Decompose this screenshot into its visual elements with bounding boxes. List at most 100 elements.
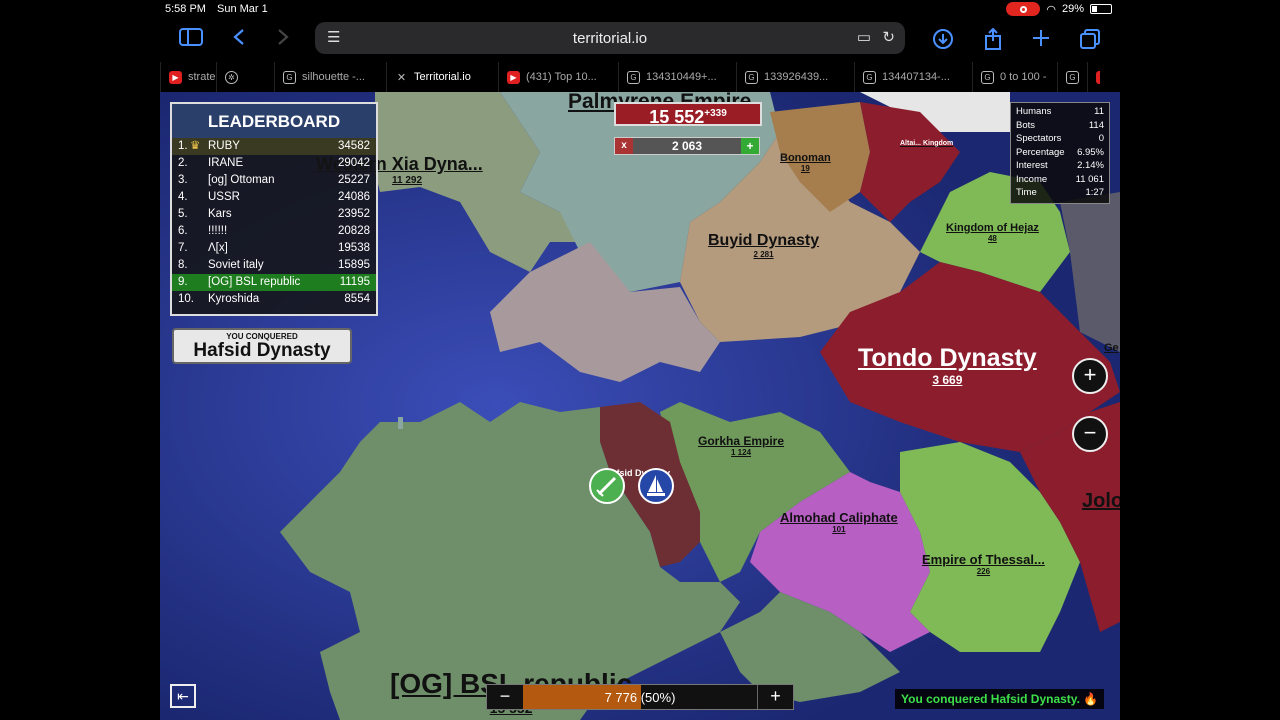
stat-label: Percentage [1016,146,1065,158]
stat-label: Spectators [1016,133,1062,144]
zoom-in-button[interactable]: + [1072,358,1108,394]
troop-value: 2 063 [671,139,703,153]
tab[interactable]: G0 to 100 - [972,62,1057,92]
cast-icon[interactable]: ▭ [857,28,871,46]
battery-icon [1090,4,1112,14]
tab[interactable]: G 134407134-... [854,62,972,92]
tabs-overview-icon[interactable] [1077,28,1103,50]
leaderboard-row: 8. Soviet italy 15895 [172,257,376,274]
address-bar[interactable]: ☰ territorial.io ▭ ↻ [315,22,905,54]
tab[interactable]: ▶ (431) Top 10... [498,62,618,92]
forward-icon[interactable] [270,28,296,50]
leaderboard-row: 10. Kyroshida 8554 [172,291,376,308]
decrease-button[interactable]: − [487,685,523,709]
leaderboard-name: IRANE [208,157,244,169]
leaderboard-name: !!!!!! [208,225,228,237]
share-icon[interactable] [980,27,1006,50]
leaderboard-score: 23952 [338,208,370,220]
sword-icon[interactable] [589,468,625,504]
battery-percent: 29% [1061,3,1084,15]
tab-active[interactable]: ✕ Territorial.io [386,62,498,92]
youtube-icon: ▶ [169,70,182,84]
stat-row: Income 11 061 [1016,174,1104,188]
leaderboard-rank: 9. [178,276,188,288]
label-buyid: Buyid Dynasty 2 281 [708,232,820,259]
label-tondo: Tondo Dynasty 3 669 [858,344,1037,387]
status-bar: 5:58 PM Sun Mar 1 ◠ 29% [160,0,1120,20]
leaderboard-row: 1. ♛ RUBY 34582 [172,138,376,155]
label-bonoman: Bonoman 19 [780,152,831,173]
date: Sun Mar 1 [217,3,268,15]
stat-value: 11 [1094,106,1104,117]
game-canvas[interactable]: Palmyrene Empire Western Xia Dyna...11 2… [160,92,1120,720]
leaderboard-score: 25227 [338,174,370,186]
stat-value: 0 [1098,133,1104,144]
notification-toast: You conquered Hafsid Dynasty. 🔥 [895,689,1105,709]
leaderboard-rank: 4. [178,191,188,203]
stat-value: 2.14% [1077,160,1104,171]
troop-cancel-button[interactable]: x [615,138,633,154]
label-ge: Ge [1104,342,1119,354]
balance-delta: +339 [704,108,727,119]
crown-icon: ♛ [190,140,201,152]
leaderboard-score: 8554 [344,293,370,305]
new-tab-icon[interactable] [1028,28,1054,50]
leaderboard-rank: 3. [178,174,188,186]
leaderboard-score: 34582 [338,140,370,152]
reload-icon[interactable]: ↻ [882,28,895,46]
youtube-icon [1096,70,1100,84]
leaderboard-rank: 10. [178,293,194,305]
increase-button[interactable]: + [757,685,793,709]
leaderboard-name: RUBY [208,140,240,152]
label-gorkha: Gorkha Empire 1 124 [698,434,785,457]
stat-label: Bots [1016,119,1036,131]
exit-icon[interactable]: ⇤ [170,684,196,708]
leaderboard-score: 20828 [338,225,370,237]
tab[interactable] [1087,62,1100,92]
leaderboard-name: Soviet italy [208,259,264,271]
leaderboard-score: 11195 [339,276,370,288]
tab[interactable]: G 133926439... [736,62,854,92]
youtube-icon: ▶ [507,70,520,84]
chatgpt-icon: ✲ [225,70,238,84]
leaderboard-name: Kars [208,208,232,220]
leaderboard-score: 29042 [338,157,370,169]
tab[interactable]: ▶ strate [160,62,216,92]
download-icon[interactable] [930,28,956,50]
leaderboard-rank: 7. [178,242,188,254]
label-thessal: Empire of Thessal... 226 [922,552,1045,576]
tab-bar: ▶ strate ✲ Gsilhouette -... ✕ Territorial.… [160,62,1120,92]
g-icon: G [745,70,758,84]
leaderboard-rank: 5. [178,208,188,220]
leaderboard-score: 15895 [338,259,370,271]
leaderboard-name: USSR [208,191,240,203]
conquered-banner: YOU CONQUERED Hafsid Dynasty [172,328,352,364]
close-icon[interactable]: ✕ [395,71,408,84]
leaderboard-name: [OG] BSL republic [208,276,301,288]
stat-value: 114 [1088,119,1104,131]
sidebar-icon[interactable] [178,28,204,50]
g-icon: G [981,70,994,84]
zoom-out-button[interactable]: − [1072,416,1108,452]
boat-icon[interactable] [638,468,674,504]
island [398,417,403,429]
leaderboard-row: 2. IRANE 29042 [172,155,376,172]
stat-label: Time [1016,187,1037,198]
stat-row: Percentage 6.95% [1016,147,1104,161]
stat-row: Bots 114 [1016,120,1104,134]
leaderboard-rank: 6. [178,225,188,237]
back-icon[interactable] [226,28,252,50]
tab[interactable]: G [1057,62,1087,92]
stat-value: 11 061 [1075,173,1104,185]
troop-add-button[interactable]: + [741,138,759,154]
tab[interactable]: ✲ [216,62,274,92]
stat-label: Income [1016,173,1048,185]
leaderboard-row: 5. Kars 23952 [172,206,376,223]
conquered-name: Hafsid Dynasty [193,340,331,361]
stat-value: 1:27 [1085,187,1105,198]
stat-row: Spectators 0 [1016,133,1104,147]
tab[interactable]: G 134310449+... [618,62,736,92]
leaderboard-rank: 8. [178,259,188,271]
label-jolo: Jolo [1082,490,1120,512]
tab[interactable]: Gsilhouette -... [274,62,386,92]
